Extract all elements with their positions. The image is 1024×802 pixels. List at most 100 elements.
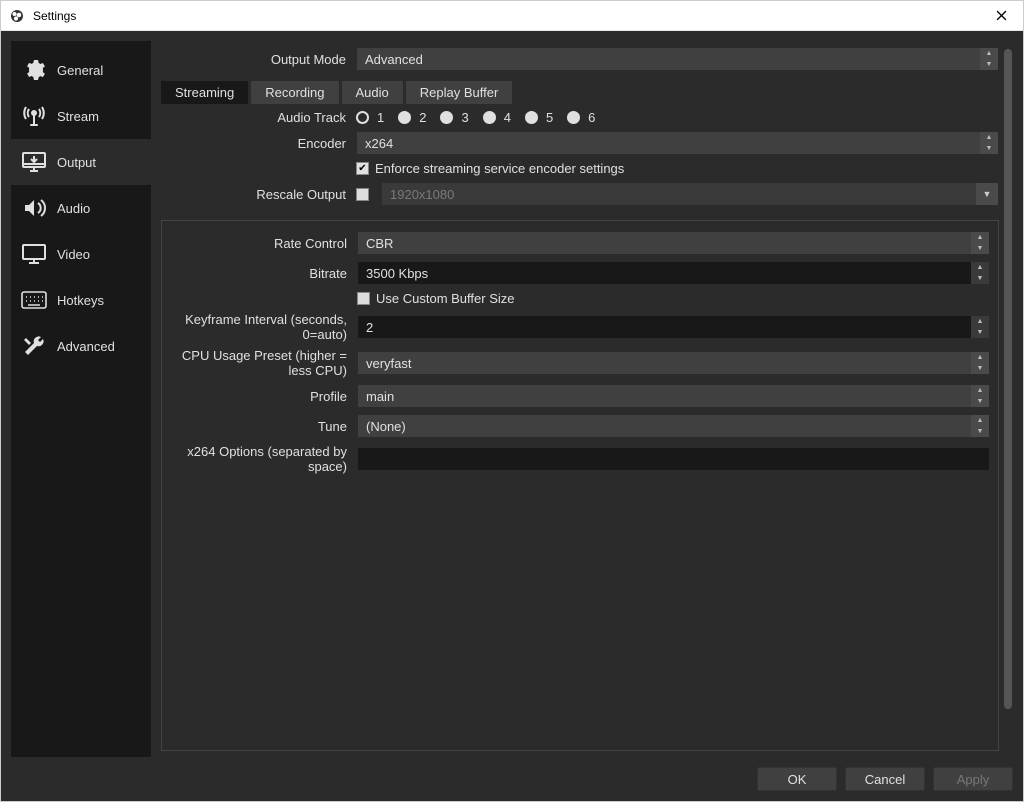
keyframe-row: Keyframe Interval (seconds, 0=auto) 2 ▲▼ xyxy=(162,312,990,342)
audio-track-4[interactable]: 4 xyxy=(483,110,511,125)
apply-button[interactable]: Apply xyxy=(933,767,1013,791)
audio-track-1[interactable]: 1 xyxy=(356,110,384,125)
tab-streaming[interactable]: Streaming xyxy=(161,81,248,104)
sidebar-item-audio[interactable]: Audio xyxy=(11,185,151,231)
rescale-select[interactable]: 1920x1080 ▼ xyxy=(381,182,999,206)
titlebar: Settings xyxy=(1,1,1023,31)
updown-icon: ▲▼ xyxy=(980,48,998,70)
radio-icon xyxy=(440,111,453,124)
output-mode-row: Output Mode Advanced ▲▼ xyxy=(161,47,999,71)
rate-control-row: Rate Control CBR ▲▼ xyxy=(162,231,990,255)
sidebar-item-stream[interactable]: Stream xyxy=(11,93,151,139)
sidebar-item-video[interactable]: Video xyxy=(11,231,151,277)
profile-select[interactable]: main ▲▼ xyxy=(357,384,990,408)
rescale-label: Rescale Output xyxy=(161,187,356,202)
audio-track-3[interactable]: 3 xyxy=(440,110,468,125)
sidebar-item-advanced[interactable]: Advanced xyxy=(11,323,151,369)
gear-icon xyxy=(21,57,47,83)
sidebar-item-label: Stream xyxy=(57,109,99,124)
sidebar-item-label: Advanced xyxy=(57,339,115,354)
encoder-label: Encoder xyxy=(161,136,356,151)
radio-icon xyxy=(356,111,369,124)
tune-select[interactable]: (None) ▲▼ xyxy=(357,414,990,438)
updown-icon: ▲▼ xyxy=(971,385,989,407)
window-title: Settings xyxy=(33,9,988,23)
radio-icon xyxy=(483,111,496,124)
updown-icon: ▲▼ xyxy=(980,132,998,154)
x264-options-row: x264 Options (separated by space) xyxy=(162,444,990,474)
audio-track-5[interactable]: 5 xyxy=(525,110,553,125)
content-scrollbar[interactable] xyxy=(1003,47,1013,751)
keyframe-label: Keyframe Interval (seconds, 0=auto) xyxy=(162,312,357,342)
keyboard-icon xyxy=(21,287,47,313)
sidebar-item-output[interactable]: Output xyxy=(11,139,151,185)
encoder-select[interactable]: x264 ▲▼ xyxy=(356,131,999,155)
tab-audio[interactable]: Audio xyxy=(342,81,403,104)
encoder-row: Encoder x264 ▲▼ xyxy=(161,131,999,155)
tune-row: Tune (None) ▲▼ xyxy=(162,414,990,438)
profile-row: Profile main ▲▼ xyxy=(162,384,990,408)
rate-control-label: Rate Control xyxy=(162,236,357,251)
radio-icon xyxy=(567,111,580,124)
custom-buffer-label: Use Custom Buffer Size xyxy=(376,291,514,306)
sidebar-item-label: Video xyxy=(57,247,90,262)
radio-icon xyxy=(525,111,538,124)
sidebar-item-label: General xyxy=(57,63,103,78)
enforce-row: ✔ Enforce streaming service encoder sett… xyxy=(161,161,999,176)
tools-icon xyxy=(21,333,47,359)
tab-replay-buffer[interactable]: Replay Buffer xyxy=(406,81,513,104)
custom-buffer-checkbox[interactable] xyxy=(357,292,370,305)
updown-icon: ▲▼ xyxy=(971,262,989,284)
output-icon xyxy=(21,149,47,175)
sidebar-item-label: Audio xyxy=(57,201,90,216)
custom-buffer-row: Use Custom Buffer Size xyxy=(162,291,990,306)
output-mode-select[interactable]: Advanced ▲▼ xyxy=(356,47,999,71)
bitrate-label: Bitrate xyxy=(162,266,357,281)
audio-track-2[interactable]: 2 xyxy=(398,110,426,125)
rescale-row: Rescale Output 1920x1080 ▼ xyxy=(161,182,999,206)
bitrate-input[interactable]: 3500 Kbps ▲▼ xyxy=(357,261,990,285)
tab-recording[interactable]: Recording xyxy=(251,81,338,104)
sidebar-item-general[interactable]: General xyxy=(11,47,151,93)
keyframe-input[interactable]: 2 ▲▼ xyxy=(357,315,990,339)
chevron-down-icon: ▼ xyxy=(976,183,998,205)
tune-label: Tune xyxy=(162,419,357,434)
speaker-icon xyxy=(21,195,47,221)
rescale-checkbox[interactable] xyxy=(356,188,369,201)
content-area: Output Mode Advanced ▲▼ Streaming Record… xyxy=(151,41,1013,757)
sidebar: General Stream Output xyxy=(11,41,151,757)
scrollbar-thumb[interactable] xyxy=(1004,49,1012,709)
antenna-icon xyxy=(21,103,47,129)
x264-options-input[interactable] xyxy=(357,447,990,471)
updown-icon: ▲▼ xyxy=(971,232,989,254)
sidebar-item-label: Output xyxy=(57,155,96,170)
app-icon xyxy=(9,8,25,24)
cpu-preset-label: CPU Usage Preset (higher = less CPU) xyxy=(162,348,357,378)
footer-buttons: OK Cancel Apply xyxy=(11,757,1013,791)
profile-label: Profile xyxy=(162,389,357,404)
enforce-checkbox[interactable]: ✔ xyxy=(356,162,369,175)
cpu-preset-select[interactable]: veryfast ▲▼ xyxy=(357,351,990,375)
audio-track-6[interactable]: 6 xyxy=(567,110,595,125)
output-mode-label: Output Mode xyxy=(161,52,356,67)
x264-options-label: x264 Options (separated by space) xyxy=(162,444,357,474)
audio-track-label: Audio Track xyxy=(161,110,356,125)
rate-control-select[interactable]: CBR ▲▼ xyxy=(357,231,990,255)
settings-window: Settings General Stream xyxy=(0,0,1024,802)
sidebar-item-hotkeys[interactable]: Hotkeys xyxy=(11,277,151,323)
monitor-icon xyxy=(21,241,47,267)
bitrate-row: Bitrate 3500 Kbps ▲▼ xyxy=(162,261,990,285)
updown-icon: ▲▼ xyxy=(971,352,989,374)
window-body: General Stream Output xyxy=(1,31,1023,801)
cpu-preset-row: CPU Usage Preset (higher = less CPU) ver… xyxy=(162,348,990,378)
updown-icon: ▲▼ xyxy=(971,316,989,338)
sidebar-item-label: Hotkeys xyxy=(57,293,104,308)
output-tabs: Streaming Recording Audio Replay Buffer xyxy=(161,81,999,104)
ok-button[interactable]: OK xyxy=(757,767,837,791)
audio-track-row: Audio Track 1 2 3 4 5 6 xyxy=(161,110,999,125)
cancel-button[interactable]: Cancel xyxy=(845,767,925,791)
radio-icon xyxy=(398,111,411,124)
enforce-label: Enforce streaming service encoder settin… xyxy=(375,161,624,176)
close-button[interactable] xyxy=(988,10,1015,21)
updown-icon: ▲▼ xyxy=(971,415,989,437)
